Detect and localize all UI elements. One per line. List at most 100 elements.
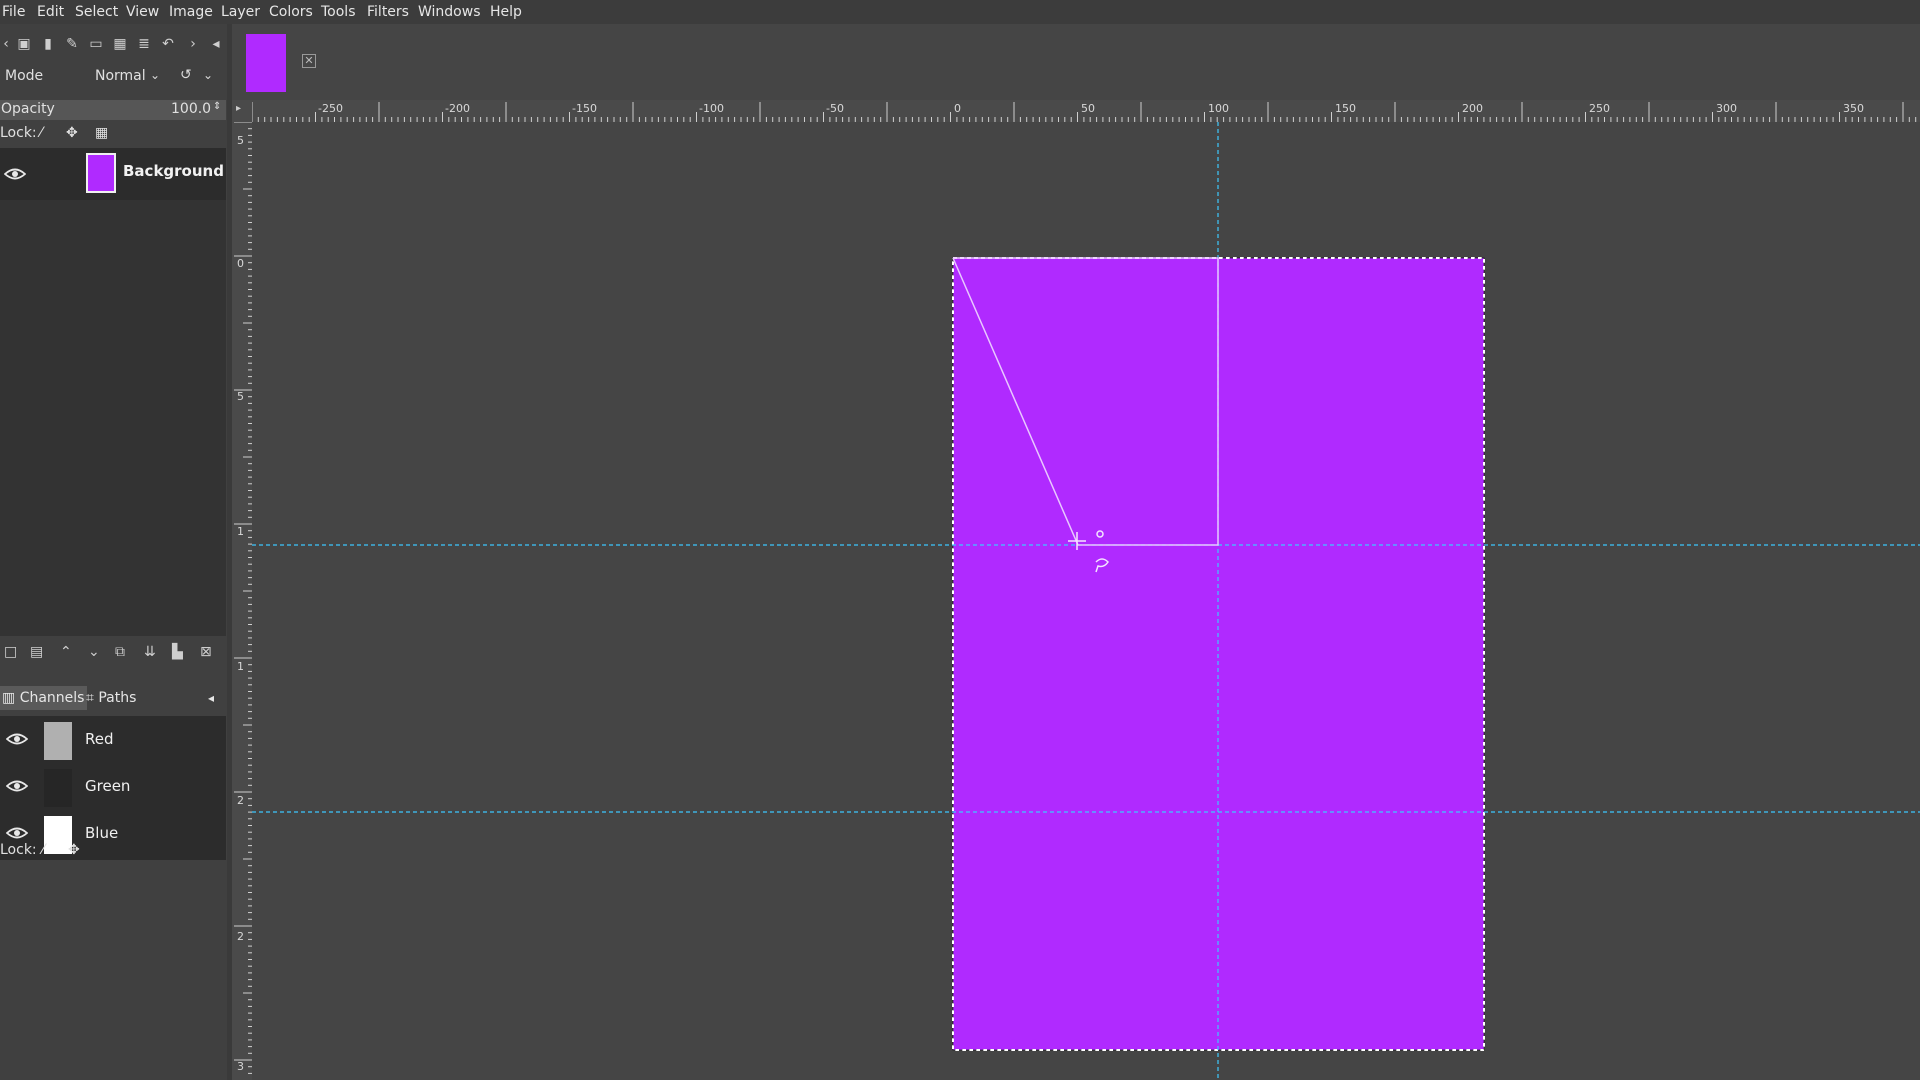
- menu-image[interactable]: Image: [169, 2, 213, 22]
- close-icon[interactable]: ✕: [302, 54, 316, 68]
- ruler-label: -150: [572, 102, 597, 115]
- chevron-right-icon[interactable]: ›: [183, 34, 203, 54]
- ruler-label: -200: [445, 102, 470, 115]
- lock-pixels-icon[interactable]: ⁄: [40, 125, 42, 141]
- channel-name: Green: [85, 777, 131, 795]
- lock-pixels-icon[interactable]: ⁄: [42, 842, 44, 858]
- channel-thumbnail: [44, 722, 72, 760]
- tab-paths[interactable]: ⌗ Paths: [82, 686, 140, 710]
- ruler-label: 1: [237, 525, 244, 538]
- ruler-label: 2: [237, 930, 244, 943]
- mode-select[interactable]: Normal: [95, 68, 146, 84]
- lock-position-icon[interactable]: ✥: [66, 125, 78, 141]
- canvas-overlay: [252, 122, 1920, 1080]
- reset-mode-icon[interactable]: ↺: [180, 67, 192, 83]
- new-layer-icon[interactable]: □: [4, 644, 17, 660]
- tool-options-icon[interactable]: ▣: [14, 34, 34, 54]
- delete-layer-icon[interactable]: ⊠: [200, 644, 212, 660]
- chevron-down-icon[interactable]: ⌄: [150, 68, 160, 82]
- opacity-slider[interactable]: Opacity 100.0 ⇕: [0, 100, 226, 120]
- eye-icon[interactable]: [6, 778, 28, 794]
- menu-bar: File Edit Select View Image Layer Colors…: [0, 0, 1920, 24]
- channel-thumbnail: [44, 769, 72, 807]
- layer-name[interactable]: Background: [123, 162, 224, 180]
- lower-layer-icon[interactable]: ⌄: [88, 644, 100, 660]
- left-dock: ‹ ▣ ▮ ✎ ▭ ▦ ≣ ↶ › ◂ Mode Normal ⌄ ↺ ⌄ Op…: [0, 24, 227, 1080]
- paths-tab-icon: ⌗: [86, 690, 94, 706]
- menu-colors[interactable]: Colors: [269, 2, 313, 22]
- dock-tabs: ▥ Channels ⌗ Paths ◂: [0, 684, 226, 712]
- device-status-icon[interactable]: ▮: [38, 34, 58, 54]
- paths-tab-label: Paths: [98, 690, 137, 706]
- histogram-icon[interactable]: ▦: [110, 34, 130, 54]
- channels-lock-label: Lock:: [0, 842, 37, 858]
- dock-toolbar: ‹ ▣ ▮ ✎ ▭ ▦ ≣ ↶ › ◂: [0, 32, 227, 62]
- tab-menu-icon[interactable]: ◂: [208, 686, 214, 710]
- opacity-label: Opacity: [1, 101, 55, 117]
- lock-alpha-icon[interactable]: ▦: [95, 125, 108, 141]
- opacity-value[interactable]: 100.0: [171, 101, 211, 117]
- channels-list: Red Green Blue: [0, 716, 226, 860]
- lock-label: Lock:: [0, 125, 37, 141]
- channel-row-red[interactable]: Red: [0, 716, 226, 762]
- ruler-label: 250: [1589, 102, 1610, 115]
- layers-icon[interactable]: ≣: [134, 34, 154, 54]
- image-tab-thumbnail[interactable]: [246, 34, 286, 92]
- menu-layer[interactable]: Layer: [221, 2, 260, 22]
- spin-arrows-icon[interactable]: ⇕: [213, 101, 221, 112]
- dock-menu-icon[interactable]: ◂: [206, 34, 226, 54]
- eye-icon[interactable]: [6, 825, 28, 841]
- ruler-label: 150: [1335, 102, 1356, 115]
- menu-select[interactable]: Select: [75, 2, 118, 22]
- free-select-path: [952, 257, 1219, 546]
- ruler-label: 1: [237, 660, 244, 673]
- mode-label: Mode: [5, 68, 44, 84]
- layers-list: Background: [0, 148, 226, 636]
- ruler-label: -100: [699, 102, 724, 115]
- layer-thumbnail: [86, 153, 116, 193]
- ruler-label: 3: [237, 1060, 244, 1073]
- menu-view[interactable]: View: [126, 2, 159, 22]
- ruler-label: 0: [237, 257, 244, 270]
- merge-layer-icon[interactable]: ⇊: [144, 644, 156, 660]
- ruler-label: 2: [237, 794, 244, 807]
- layer-row[interactable]: Background: [0, 148, 226, 200]
- ruler-label: 100: [1208, 102, 1229, 115]
- ruler-label: 300: [1716, 102, 1737, 115]
- menu-help[interactable]: Help: [490, 2, 522, 22]
- ruler-label: 5: [237, 390, 244, 403]
- eye-icon[interactable]: [6, 731, 28, 747]
- quick-mask-corner-icon[interactable]: ▸: [232, 100, 252, 122]
- layer-mask-icon[interactable]: ▙: [172, 644, 183, 660]
- menu-file[interactable]: File: [2, 2, 25, 22]
- chevron-down-icon[interactable]: ⌄: [203, 68, 213, 82]
- images-icon[interactable]: ▭: [86, 34, 106, 54]
- layer-buttons: □ ▤ ⌃ ⌄ ⧉ ⇊ ▙ ⊠: [0, 636, 226, 670]
- undo-history-icon[interactable]: ↶: [158, 34, 178, 54]
- channel-row-green[interactable]: Green: [0, 763, 226, 809]
- raise-layer-icon[interactable]: ⌃: [60, 644, 72, 660]
- ruler-label: 50: [1081, 102, 1095, 115]
- channels-tab-icon: ▥: [2, 690, 16, 706]
- brushes-icon[interactable]: ✎: [62, 34, 82, 54]
- lock-position-icon[interactable]: ✥: [68, 842, 80, 858]
- menu-filters[interactable]: Filters: [367, 2, 409, 22]
- image-tabs: ✕: [232, 24, 1920, 100]
- menu-edit[interactable]: Edit: [37, 2, 64, 22]
- channel-name: Blue: [85, 824, 119, 842]
- menu-windows[interactable]: Windows: [418, 2, 481, 22]
- duplicate-layer-icon[interactable]: ⧉: [115, 644, 125, 660]
- new-layer-group-icon[interactable]: ▤: [30, 644, 43, 660]
- ruler-label: -250: [318, 102, 343, 115]
- image-canvas[interactable]: [252, 122, 1920, 1080]
- vertical-ruler[interactable]: 5 0 5 1 1 2 2 3: [232, 122, 252, 1080]
- tab-channels[interactable]: ▥ Channels: [0, 686, 88, 710]
- menu-tools[interactable]: Tools: [321, 2, 356, 22]
- ruler-label: 200: [1462, 102, 1483, 115]
- eye-icon[interactable]: [4, 166, 26, 182]
- ruler-label: 5: [237, 134, 244, 147]
- channels-tab-label: Channels: [19, 690, 85, 706]
- ruler-label: 0: [954, 102, 961, 115]
- horizontal-ruler[interactable]: -250 -200 -150 -100 -50 0 50 100 150 200…: [252, 100, 1920, 122]
- channel-name: Red: [85, 730, 114, 748]
